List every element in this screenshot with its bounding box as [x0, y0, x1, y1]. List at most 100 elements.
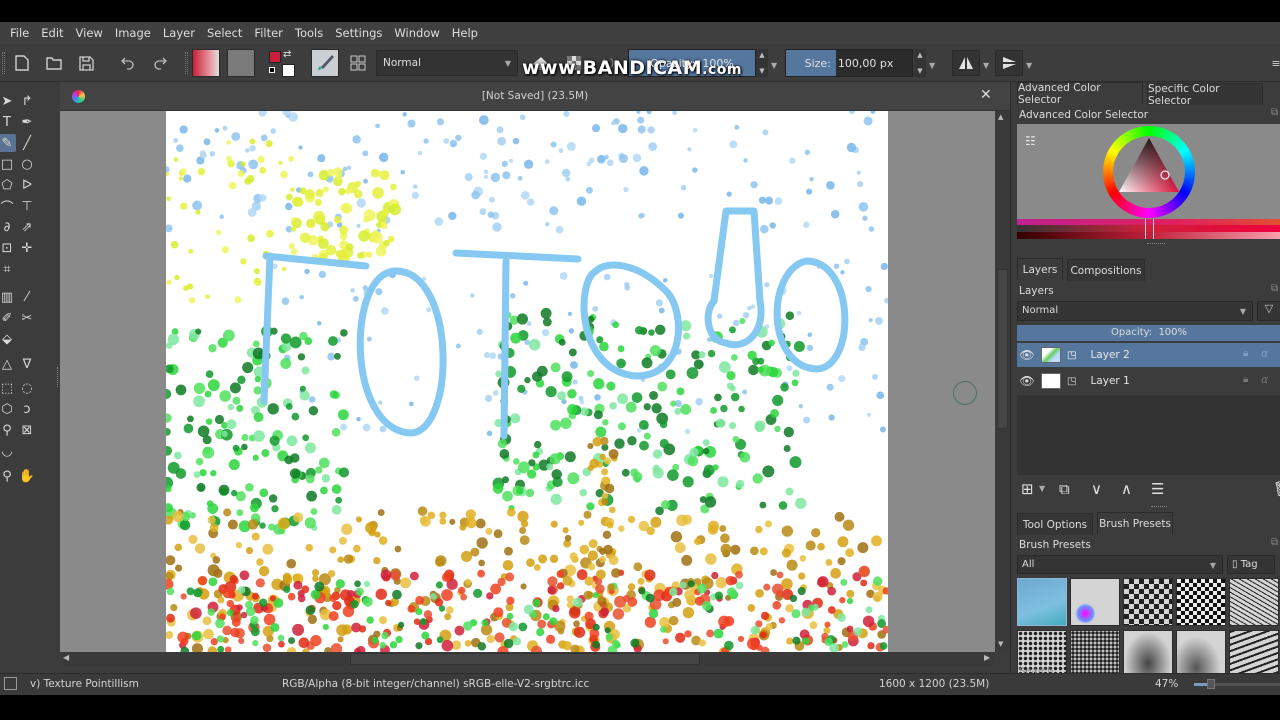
tool-fill[interactable]: ⬙ — [0, 330, 16, 348]
vertical-scroll-thumb[interactable] — [997, 269, 1008, 429]
tool-polygon[interactable]: ⬠ — [0, 176, 16, 194]
menu-select[interactable]: Select — [201, 26, 248, 40]
tool-select-shapes[interactable]: ➤ — [0, 92, 16, 110]
tool-color-picker[interactable]: ⁄ — [18, 288, 36, 306]
zoom-slider-handle[interactable] — [1207, 679, 1216, 689]
size-spinner[interactable]: ▲ ▼ — [914, 49, 926, 77]
move-layer-down-icon[interactable]: ∨ — [1091, 480, 1102, 498]
reset-colors-icon[interactable] — [269, 67, 275, 73]
toolbar-grip[interactable] — [185, 52, 188, 74]
toolbar-grip[interactable] — [2, 52, 5, 74]
size-menu-arrow[interactable]: ▼ — [929, 61, 935, 70]
menu-window[interactable]: Window — [388, 26, 445, 40]
layer-opacity-slider[interactable]: Opacity: 100% — [1017, 325, 1280, 341]
layer-row-layer-1[interactable]: 👁 ◳ Layer 1 🔒︎ α — [1017, 369, 1280, 393]
menu-tools[interactable]: Tools — [289, 26, 329, 40]
add-layer-icon[interactable]: ⊞ — [1021, 480, 1034, 498]
gradient-selector-button[interactable] — [192, 49, 220, 77]
open-document-button[interactable] — [41, 50, 67, 76]
menu-filter[interactable]: Filter — [248, 26, 288, 40]
tool-edit-shapes[interactable]: ✒ — [18, 113, 36, 131]
opacity-menu-arrow[interactable]: ▼ — [771, 61, 777, 70]
tool-dynamic-brush[interactable]: ∂ — [0, 218, 16, 236]
size-slider[interactable]: Size: 100,00 px — [785, 49, 913, 77]
tool-crop[interactable]: ⌗ — [0, 260, 16, 278]
brush-tag-filter-select[interactable]: All ▼ — [1017, 555, 1223, 574]
tool-multibrush[interactable]: ⇗ — [18, 218, 36, 236]
canvas-paper[interactable] — [166, 111, 888, 652]
float-docker-icon[interactable]: ⧉ — [1271, 537, 1278, 548]
tool-gradient[interactable]: ▥ — [0, 288, 16, 306]
opacity-slider[interactable]: Opacity: 100% — [628, 49, 756, 77]
horizontal-scroll-thumb[interactable] — [350, 653, 700, 665]
zoom-slider[interactable] — [1194, 679, 1280, 689]
save-button[interactable] — [73, 50, 99, 76]
brush-preset-color-smudge[interactable] — [1070, 578, 1120, 626]
toolbar-overflow-button[interactable]: ≡ — [1270, 50, 1280, 76]
toolbox-resize-handle[interactable] — [57, 367, 59, 387]
blend-mode-select[interactable]: Normal ▼ — [376, 50, 518, 76]
tool-bezier-select[interactable]: ◡ — [0, 442, 16, 460]
menu-layer[interactable]: Layer — [157, 26, 201, 40]
brush-preset-pixel-checker-1[interactable] — [1123, 578, 1173, 626]
color-settings-icon[interactable]: ☷ — [1025, 134, 1036, 148]
mirror-v-menu-arrow[interactable]: ▼ — [1026, 61, 1032, 70]
tab-specific-color-selector[interactable]: Specific Color Selector — [1147, 83, 1263, 107]
spin-down-icon[interactable]: ▼ — [917, 67, 922, 75]
reload-preset-button[interactable] — [595, 50, 621, 76]
brush-preset-pixel-checker-2[interactable] — [1176, 578, 1226, 626]
scroll-up-icon[interactable]: ▲ — [998, 113, 1003, 121]
tool-calligraphy[interactable]: ↱ — [18, 92, 36, 110]
tool-zoom[interactable]: ⚲ — [0, 467, 16, 485]
tool-freehand-select[interactable]: ↄ — [18, 400, 36, 418]
docker-splitter[interactable] — [1147, 243, 1165, 244]
layer-properties-icon[interactable]: ☰ — [1151, 480, 1164, 498]
background-color-swatch[interactable] — [282, 64, 295, 77]
brush-options-button[interactable] — [345, 50, 371, 76]
scroll-left-icon[interactable]: ◀ — [63, 653, 69, 662]
menu-help[interactable]: Help — [446, 26, 484, 40]
menu-settings[interactable]: Settings — [329, 26, 388, 40]
tab-layers[interactable]: Layers — [1017, 258, 1063, 280]
layer-blend-mode-select[interactable]: Normal ▼ — [1017, 301, 1253, 321]
tab-tool-options[interactable]: Tool Options — [1017, 513, 1093, 535]
delete-layer-icon[interactable]: 🗑︎ — [1273, 480, 1280, 498]
tool-assistant[interactable]: △ — [0, 355, 16, 373]
visibility-eye-icon[interactable]: 👁 — [1017, 348, 1037, 362]
spin-down-icon[interactable]: ▼ — [759, 67, 764, 75]
foreground-color-swatch[interactable] — [269, 51, 281, 63]
swap-colors-icon[interactable]: ⇄ — [283, 49, 291, 60]
tool-colorize-mask[interactable]: ✐ — [0, 309, 16, 327]
layer-row-layer-2[interactable]: 👁 ◳ Layer 2 🔒︎ α — [1017, 343, 1280, 367]
spin-up-icon[interactable]: ▲ — [759, 51, 764, 59]
vertical-scrollbar[interactable]: ▲ ▼ — [995, 111, 1010, 652]
saturation-value-triangle[interactable] — [1103, 126, 1195, 218]
tool-similar-select[interactable]: ⊠ — [18, 421, 36, 439]
tool-text[interactable]: T — [0, 113, 16, 131]
preserve-alpha-button[interactable] — [561, 50, 587, 76]
tab-brush-presets[interactable]: Brush Presets — [1097, 512, 1173, 534]
menu-edit[interactable]: Edit — [35, 26, 69, 40]
menu-file[interactable]: File — [4, 26, 35, 40]
tool-move[interactable]: ✛ — [18, 239, 36, 257]
lock-icon[interactable]: 🔒︎ — [1243, 348, 1248, 359]
fg-bg-color-selector[interactable]: ⇄ — [269, 49, 297, 77]
alpha-inherit-icon[interactable]: α — [1261, 373, 1268, 386]
tool-transform[interactable]: ⊡ — [0, 239, 16, 257]
tool-ellipse[interactable]: ○ — [18, 155, 36, 173]
canvas-area[interactable] — [60, 111, 995, 652]
eraser-mode-button[interactable] — [527, 50, 553, 76]
menu-view[interactable]: View — [70, 26, 109, 40]
tool-measure[interactable]: ∇ — [18, 355, 36, 373]
tool-ellipse-select[interactable]: ◌ — [18, 379, 36, 397]
brush-preset-button[interactable] — [311, 49, 339, 77]
color-selector-area[interactable]: ☷ — [1017, 124, 1280, 239]
tool-rect-select[interactable]: ⬚ — [0, 379, 16, 397]
add-layer-menu-arrow[interactable]: ▼ — [1039, 484, 1045, 493]
lock-icon[interactable]: 🔒︎ — [1243, 374, 1248, 385]
undo-button[interactable] — [115, 50, 141, 76]
horizontal-scrollbar[interactable]: ◀ ▶ — [60, 652, 995, 666]
duplicate-layer-icon[interactable]: ⧉ — [1059, 480, 1070, 498]
mirror-vertical-button[interactable] — [995, 50, 1023, 76]
opacity-spinner[interactable]: ▲ ▼ — [756, 49, 768, 77]
